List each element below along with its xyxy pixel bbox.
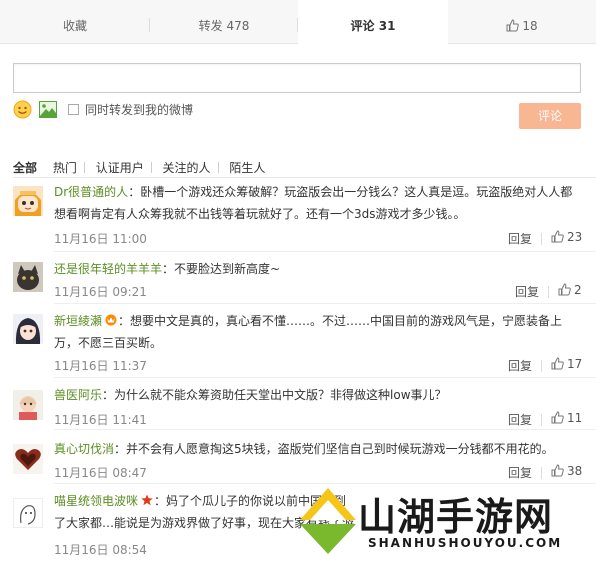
comment-input[interactable] (13, 63, 581, 93)
tab-favorite[interactable]: 收藏 (0, 0, 150, 44)
comment-time: 11月16日 09:21 (54, 285, 147, 299)
comment-item: 新垣綾瀬 ：想要中文是真的，真心看不懂……。不过……中国目前的游戏风气是，宁愿装备… (0, 304, 596, 378)
reply-button[interactable]: 回复 (508, 464, 532, 481)
like-button[interactable]: 23 (551, 230, 582, 244)
tab-like[interactable]: 18 (448, 0, 596, 44)
comment-item: 还是很年轻的羊羊羊：不要脸达到新高度~ 11月16日 09:21 回复 2 (0, 252, 596, 304)
reply-button[interactable]: 回复 (508, 411, 532, 428)
like-count: 17 (567, 357, 583, 371)
thumbs-up-icon (506, 19, 520, 32)
repost-checkbox[interactable] (68, 104, 79, 115)
filter-all[interactable]: 全部 (13, 161, 37, 175)
thumbs-up-icon (551, 357, 564, 370)
comment-author[interactable]: 兽医阿乐 (54, 388, 102, 402)
tab-favorite-label: 收藏 (62, 19, 87, 33)
filter-verified[interactable]: 认证用户 (96, 161, 144, 175)
avatar[interactable] (13, 390, 43, 420)
tab-bar: 收藏 转发 478 评论 31 18 (0, 0, 596, 45)
comment-time: 11月16日 08:54 (54, 543, 147, 557)
thumbs-up-icon (551, 464, 564, 477)
submit-comment-button[interactable]: 评论 (519, 103, 581, 129)
comment-author[interactable]: 喵星统领电波咪 (54, 494, 138, 508)
watermark-subtitle: SHANHUSHOUYOU.COM (368, 536, 563, 550)
thumbs-up-icon (551, 411, 564, 424)
like-count: 2 (574, 283, 582, 297)
comment-time: 11月16日 11:00 (54, 232, 147, 246)
comment-body: ：不要脸达到新高度~ (162, 262, 281, 276)
thumbs-up-icon (551, 230, 564, 243)
comment-body: ：卧槽一个游戏还众筹破解？玩盗版会出一分钱么？这人真是逗。玩盗版绝对人人都想看啊… (54, 185, 573, 221)
tab-comment-label: 评论 31 (350, 19, 396, 33)
comment-time: 11月16日 08:47 (54, 466, 147, 480)
comment-author[interactable]: 新垣綾瀬 (54, 314, 102, 328)
picture-icon[interactable] (39, 101, 57, 118)
like-count: 38 (567, 464, 583, 478)
avatar[interactable] (13, 314, 43, 344)
comment-time: 11月16日 11:41 (54, 413, 147, 427)
comment-author[interactable]: Dr很普通的人 (54, 185, 128, 199)
comment-body: ：为什么就不能众筹资助任天堂出中文版？非得做这种low事儿？ (102, 388, 447, 402)
comment-body: ：想要中文是真的，真心看不懂……。不过……中国目前的游戏风气是，宁愿装备上万，不… (54, 314, 563, 350)
avatar[interactable] (13, 262, 43, 292)
avatar[interactable] (13, 186, 43, 216)
like-button[interactable]: 2 (558, 283, 582, 297)
watermark-title: 山湖手游网 (358, 494, 554, 539)
comment-time: 11月16日 11:37 (54, 359, 147, 373)
comment-item: Dr很普通的人：卧槽一个游戏还众筹破解？玩盗版会出一分钱么？这人真是逗。玩盗版绝… (0, 178, 596, 252)
mountain-logo-icon (300, 488, 356, 554)
vip-badge-icon (105, 314, 117, 326)
avatar[interactable] (13, 444, 43, 474)
reply-button[interactable]: 回复 (508, 230, 532, 247)
like-count: 23 (567, 230, 583, 244)
filter-following[interactable]: 关注的人 (163, 161, 211, 175)
tab-repost-label: 转发 478 (198, 19, 250, 33)
reply-button[interactable]: 回复 (515, 283, 539, 300)
comment-author[interactable]: 还是很年轻的羊羊羊 (54, 262, 162, 276)
repost-checkbox-label: 同时转发到我的微博 (85, 103, 194, 117)
comment-filters: 全部 热门 认证用户 关注的人 陌生人 (13, 159, 265, 175)
avatar[interactable] (13, 498, 43, 528)
comment-body: ：并不会有人愿意掏这5块钱，盗版党们坚信自己到时候玩游戏一分钱都不用花的。 (114, 442, 554, 456)
reply-button[interactable]: 回复 (508, 357, 532, 374)
emoji-icon[interactable] (13, 100, 32, 119)
tab-repost[interactable]: 转发 478 (150, 0, 298, 44)
like-button[interactable]: 11 (551, 411, 582, 425)
comment-author[interactable]: 真心切伐消 (54, 442, 114, 456)
like-count: 11 (567, 411, 583, 425)
thumbs-up-icon (558, 283, 571, 296)
like-button[interactable]: 17 (551, 357, 582, 371)
star-badge-icon (141, 494, 153, 506)
tab-comment[interactable]: 评论 31 (298, 0, 448, 45)
filter-hot[interactable]: 热门 (53, 161, 77, 175)
tab-like-count: 18 (522, 19, 538, 33)
filter-strangers[interactable]: 陌生人 (229, 161, 265, 175)
like-button[interactable]: 38 (551, 464, 582, 478)
comment-item: 兽医阿乐：为什么就不能众筹资助任天堂出中文版？非得做这种low事儿？ 11月16… (0, 378, 596, 430)
comment-item: 真心切伐消：并不会有人愿意掏这5块钱，盗版党们坚信自己到时候玩游戏一分钱都不用花… (0, 430, 596, 484)
site-watermark: 山湖手游网 SHANHUSHOUYOU.COM (298, 486, 596, 561)
